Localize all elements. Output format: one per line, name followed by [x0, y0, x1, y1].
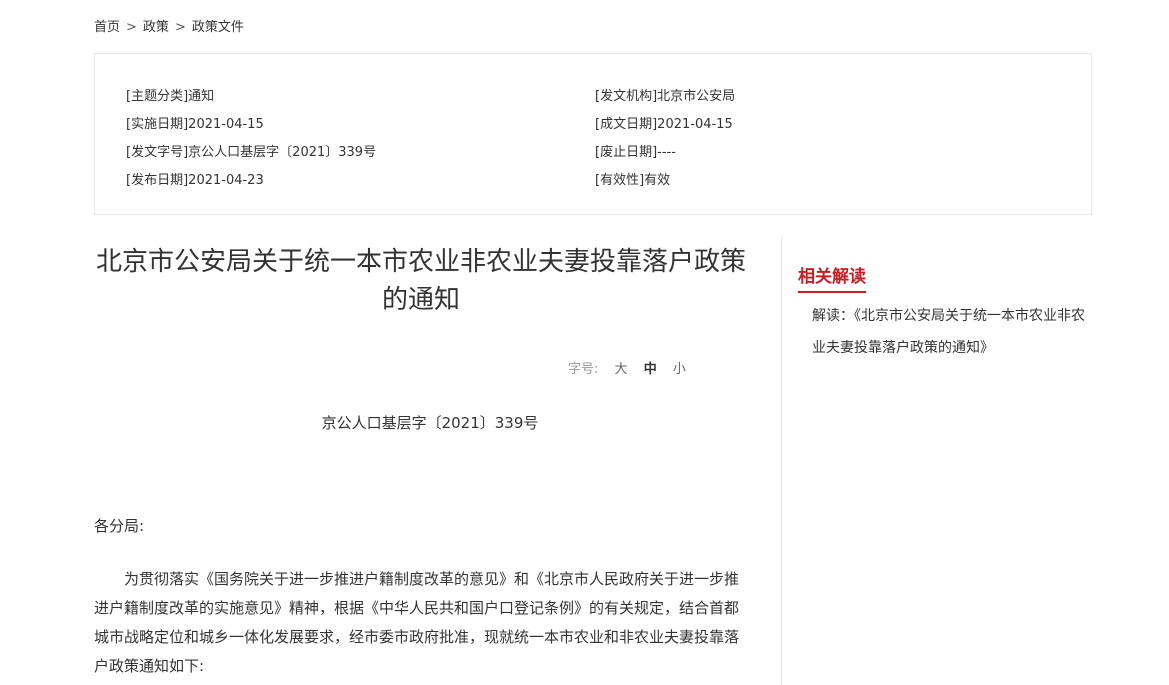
breadcrumb-policy-link[interactable]: 政策	[143, 20, 169, 35]
breadcrumb-home-link[interactable]: 首页	[94, 20, 120, 35]
meta-topic-value: 通知	[188, 89, 215, 104]
meta-issuer-key: 发文机构	[595, 89, 657, 104]
meta-created-date: 成文日期2021-04-15	[595, 113, 733, 132]
breadcrumb-current-link[interactable]: 政策文件	[192, 20, 244, 35]
meta-validity: 有效性有效	[595, 169, 670, 188]
meta-effective-date: 实施日期2021-04-15	[126, 113, 264, 132]
document-metadata-panel: 主题分类通知 发文机构北京市公安局 实施日期2021-04-15 成文日期202…	[94, 53, 1092, 215]
article-main: 北京市公安局关于统一本市农业非农业夫妻投靠落户政策的通知 字号: 大 中 小 京…	[94, 237, 782, 685]
related-interpretation-title: 相关解读	[798, 262, 866, 293]
body-paragraph: 为贯彻落实《国务院关于进一步推进户籍制度改革的意见》和《北京市人民政府关于进一步…	[94, 570, 740, 675]
meta-repeal-key: 废止日期	[595, 145, 657, 160]
meta-published-value: 2021-04-23	[188, 173, 264, 188]
meta-docno-key: 发文字号	[126, 145, 188, 160]
interpretation-link[interactable]: 解读：《北京市公安局关于统一本市农业非农业夫妻投靠落户政策的通知》	[812, 300, 1088, 364]
breadcrumb: 首页 > 政策 > 政策文件	[94, 16, 244, 35]
meta-issuer-value: 北京市公安局	[657, 89, 736, 104]
meta-created-key: 成文日期	[595, 117, 657, 132]
breadcrumb-separator: >	[174, 20, 186, 35]
meta-topic-key: 主题分类	[126, 89, 188, 104]
font-size-label: 字号:	[568, 362, 599, 377]
related-interpretation-sidebar: 相关解读 解读：《北京市公安局关于统一本市农业非农业夫妻投靠落户政策的通知》	[798, 262, 1088, 356]
meta-effective-key: 实施日期	[126, 117, 188, 132]
meta-repeal-value: ----	[657, 145, 676, 160]
font-size-switcher: 字号: 大 中 小	[568, 358, 686, 377]
article-title: 北京市公安局关于统一本市农业非农业夫妻投靠落户政策的通知	[95, 247, 746, 315]
meta-created-value: 2021-04-15	[657, 117, 733, 132]
font-size-large-button[interactable]: 大	[615, 362, 628, 377]
meta-topic: 主题分类通知	[126, 85, 214, 104]
meta-effective-value: 2021-04-15	[188, 117, 264, 132]
meta-validity-value: 有效	[644, 173, 671, 188]
meta-repeal-date: 废止日期----	[595, 141, 676, 160]
breadcrumb-separator: >	[126, 20, 137, 35]
meta-issuer: 发文机构北京市公安局	[595, 85, 735, 104]
salutation: 各分局:	[94, 517, 145, 535]
meta-published-key: 发布日期	[126, 173, 188, 188]
meta-doc-number: 发文字号京公人口基层字〔2021〕339号	[126, 141, 376, 160]
meta-published-date: 发布日期2021-04-23	[126, 169, 264, 188]
font-size-small-button[interactable]: 小	[673, 362, 686, 377]
meta-docno-value: 京公人口基层字〔2021〕339号	[188, 145, 377, 160]
document-number: 京公人口基层字〔2021〕339号	[321, 414, 539, 432]
meta-validity-key: 有效性	[595, 173, 644, 188]
font-size-medium-button[interactable]: 中	[644, 362, 657, 377]
